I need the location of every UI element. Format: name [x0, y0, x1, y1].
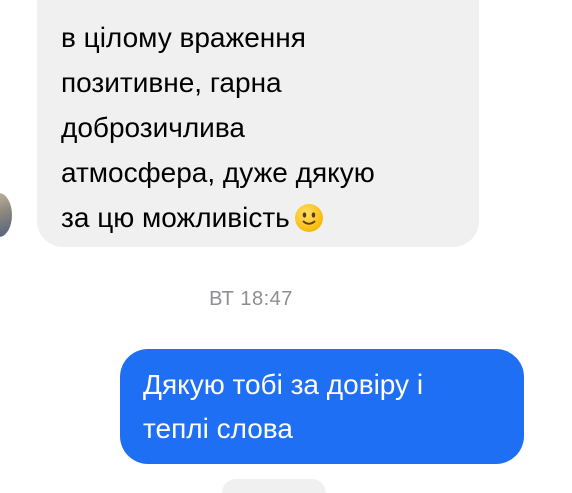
incoming-message-text: в цілому враження позитивне, гарна добро…	[61, 15, 481, 246]
incoming-message-bubble[interactable]: в цілому враження позитивне, гарна добро…	[37, 0, 479, 247]
outgoing-message-bubble[interactable]: Дякую тобі за довіру і теплі слова	[120, 349, 524, 464]
incoming-message-body: в цілому враження позитивне, гарна добро…	[61, 22, 375, 233]
slightly-smiling-face-icon	[294, 201, 324, 246]
outgoing-message-text: Дякую тобі за довіру і теплі слова	[143, 369, 424, 444]
contact-avatar[interactable]	[0, 193, 12, 237]
message-timestamp: ВТ 18:47	[209, 288, 293, 310]
next-message-bubble-edge	[222, 479, 326, 493]
